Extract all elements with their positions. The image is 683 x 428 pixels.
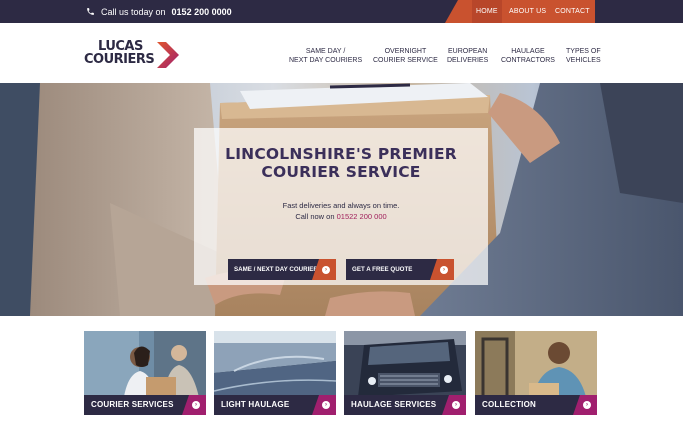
nav-european[interactable]: EUROPEAN DELIVERIES bbox=[447, 47, 488, 65]
hero-call-number[interactable]: 01522 200 000 bbox=[337, 212, 387, 221]
nav-label-line1: EUROPEAN bbox=[447, 48, 488, 55]
nav-overnight[interactable]: OVERNIGHT COURIER SERVICE bbox=[373, 47, 438, 65]
cta-same-next-day-label: SAME / NEXT DAY COURIER bbox=[234, 266, 318, 273]
site-logo[interactable]: LUCAS COURIERS bbox=[84, 39, 184, 69]
tile-bar: COLLECTION › bbox=[475, 395, 597, 415]
hero-subtitle: Fast deliveries and always on time. bbox=[282, 201, 400, 210]
tile-arrow: › bbox=[442, 395, 466, 415]
cta-arrow: › bbox=[312, 259, 336, 280]
nav-haulage-contractors[interactable]: HAULAGE CONTRACTORS bbox=[501, 47, 555, 65]
nav-types-of-vehicles[interactable]: TYPES OF VEHICLES bbox=[566, 47, 601, 65]
top-bar: Call us today on 0152 200 0000 HOME ABOU… bbox=[0, 0, 683, 23]
phone-icon bbox=[87, 8, 94, 15]
nav-label-line2: DELIVERIES bbox=[447, 57, 489, 64]
chevron-right-icon: › bbox=[322, 265, 330, 274]
hero-title-line2: COURIER SERVICE bbox=[261, 163, 421, 181]
logo-line2: COURIERS bbox=[84, 52, 155, 67]
chevron-right-icon: › bbox=[322, 401, 330, 409]
hero-banner: LINCOLNSHIRE'S PREMIER COURIER SERVICE F… bbox=[0, 83, 683, 316]
topnav-about-us[interactable]: ABOUT US bbox=[509, 8, 546, 15]
service-tile-light-haulage[interactable]: LIGHT HAULAGE › bbox=[214, 331, 336, 415]
nav-label-line1: SAME DAY / bbox=[305, 48, 346, 55]
topnav-home[interactable]: HOME bbox=[472, 0, 502, 23]
nav-label-line2: COURIER SERVICE bbox=[373, 57, 438, 64]
nav-label-line2: CONTRACTORS bbox=[501, 57, 555, 64]
hero-call-prefix: Call now on bbox=[295, 212, 335, 221]
nav-label-line1: HAULAGE bbox=[511, 48, 545, 55]
service-tile-collection[interactable]: COLLECTION › bbox=[475, 331, 597, 415]
top-nav: HOME ABOUT US CONTACT bbox=[445, 0, 595, 23]
nav-label-line2: NEXT DAY COURIERS bbox=[289, 57, 363, 64]
site-header: LUCAS COURIERS SAME DAY / NEXT DAY COURI… bbox=[0, 23, 683, 83]
tile-arrow: › bbox=[573, 395, 597, 415]
hero-title-line1: LINCOLNSHIRE'S PREMIER bbox=[225, 145, 457, 163]
tile-arrow: › bbox=[312, 395, 336, 415]
nav-label-line1: TYPES OF bbox=[566, 48, 601, 55]
hero-panel: LINCOLNSHIRE'S PREMIER COURIER SERVICE F… bbox=[194, 128, 488, 285]
tile-bar: COURIER SERVICES › bbox=[84, 395, 206, 415]
cta-same-next-day-button[interactable]: SAME / NEXT DAY COURIER › bbox=[228, 259, 336, 280]
service-tile-courier-services[interactable]: COURIER SERVICES › bbox=[84, 331, 206, 415]
tile-label: COLLECTION bbox=[482, 400, 536, 409]
cta-free-quote-label: GET A FREE QUOTE bbox=[352, 266, 413, 273]
cta-arrow: › bbox=[430, 259, 454, 280]
tile-bar: LIGHT HAULAGE › bbox=[214, 395, 336, 415]
cta-free-quote-button[interactable]: GET A FREE QUOTE › bbox=[346, 259, 454, 280]
nav-label-line1: OVERNIGHT bbox=[384, 48, 427, 55]
nav-same-day-next-day[interactable]: SAME DAY / NEXT DAY COURIERS bbox=[289, 47, 362, 65]
tile-bar: HAULAGE SERVICES › bbox=[344, 395, 466, 415]
topbar-phone[interactable]: Call us today on 0152 200 0000 bbox=[86, 0, 232, 23]
service-tile-haulage-services[interactable]: HAULAGE SERVICES › bbox=[344, 331, 466, 415]
nav-label-line2: VEHICLES bbox=[566, 57, 601, 64]
hero-call-line: Call now on 01522 200 000 bbox=[194, 212, 488, 221]
topnav-contact[interactable]: CONTACT bbox=[555, 8, 590, 15]
tile-label: LIGHT HAULAGE bbox=[221, 400, 290, 409]
chevron-right-icon: › bbox=[452, 401, 460, 409]
chevron-right-icon: › bbox=[440, 265, 448, 274]
logo-chevron-icon bbox=[157, 42, 179, 68]
tile-label: COURIER SERVICES bbox=[91, 400, 174, 409]
chevron-right-icon: › bbox=[583, 401, 591, 409]
phone-prefix: Call us today on bbox=[101, 6, 166, 17]
tile-label: HAULAGE SERVICES bbox=[351, 400, 437, 409]
tile-arrow: › bbox=[182, 395, 206, 415]
phone-number[interactable]: 0152 200 0000 bbox=[172, 7, 232, 17]
chevron-right-icon: › bbox=[192, 401, 200, 409]
